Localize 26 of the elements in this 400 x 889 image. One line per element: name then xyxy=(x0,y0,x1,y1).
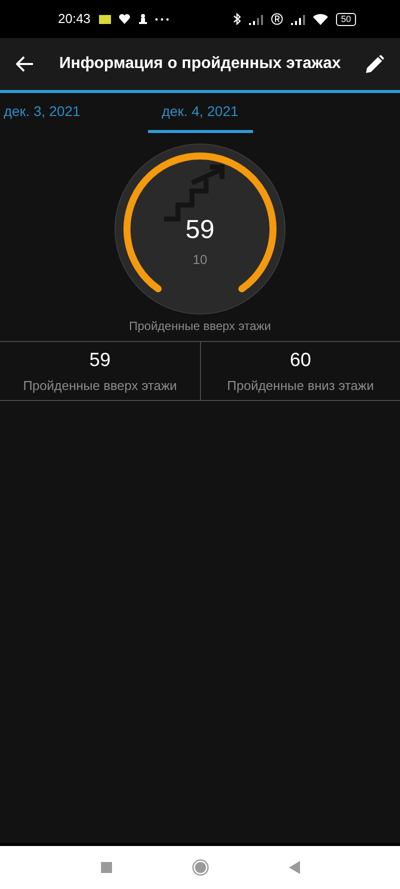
bluetooth-icon xyxy=(232,13,241,25)
floors-value: 59 xyxy=(186,214,214,244)
stat-label: Пройденные вниз этажи xyxy=(227,376,374,395)
battery-icon: 50 xyxy=(336,12,356,26)
screen-title: Информация о пройденных этажах xyxy=(59,54,341,74)
more-icon xyxy=(154,18,169,20)
stat-label: Пройденные вверх этажи xyxy=(23,376,177,395)
notification-icon xyxy=(98,14,111,24)
stairs-icon xyxy=(164,164,224,222)
signal-icon xyxy=(290,14,305,24)
goal-value: 10 xyxy=(192,252,208,267)
wifi-icon xyxy=(312,14,328,24)
figure-icon xyxy=(138,14,147,24)
back-icon[interactable] xyxy=(16,56,34,72)
edit-icon[interactable] xyxy=(366,55,384,73)
roaming-icon xyxy=(270,13,283,25)
signal-icon xyxy=(248,14,263,24)
date-tab[interactable]: дек. 4, 2021 xyxy=(148,93,252,133)
stat-value: 59 xyxy=(89,349,111,373)
heart-icon xyxy=(118,14,130,24)
home-icon[interactable] xyxy=(192,859,208,876)
status-time: 20:43 xyxy=(58,10,91,28)
date-tab[interactable]: дек. 3, 2021 xyxy=(0,93,94,133)
stat-value: 60 xyxy=(290,349,312,373)
recents-icon[interactable] xyxy=(100,862,112,873)
gauge-caption: Пройденные вверх этажи xyxy=(128,318,272,335)
